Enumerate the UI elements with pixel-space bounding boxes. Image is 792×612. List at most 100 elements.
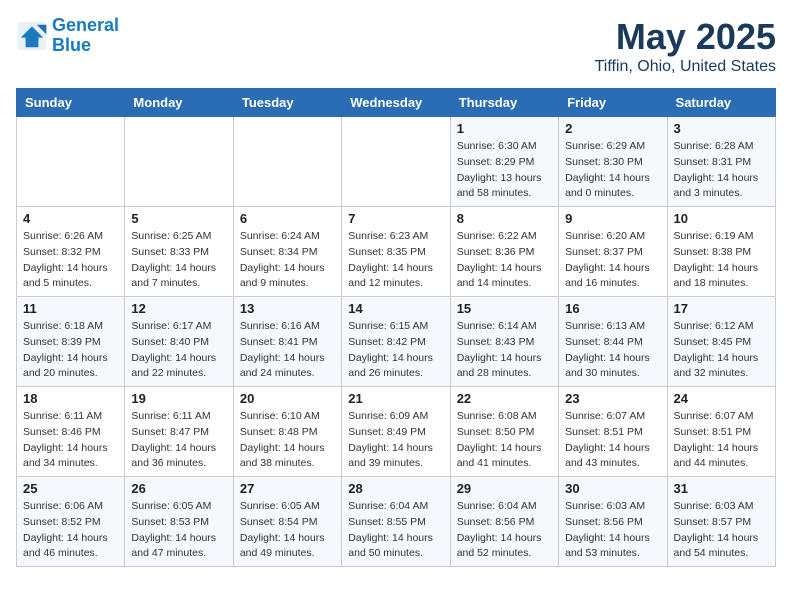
day-info: Sunrise: 6:05 AM Sunset: 8:54 PM Dayligh… [240,499,335,562]
day-info: Sunrise: 6:23 AM Sunset: 8:35 PM Dayligh… [348,229,443,292]
day-cell: 25 Sunrise: 6:06 AM Sunset: 8:52 PM Dayli… [17,477,125,567]
day-number: 30 [565,481,660,496]
week-row-4: 25 Sunrise: 6:06 AM Sunset: 8:52 PM Dayli… [17,477,776,567]
day-cell: 24 Sunrise: 6:07 AM Sunset: 8:51 PM Dayli… [667,387,775,477]
day-info: Sunrise: 6:16 AM Sunset: 8:41 PM Dayligh… [240,319,335,382]
day-cell: 26Sunrise: 6:05 AM Sunset: 8:53 PM Dayli… [125,477,233,567]
day-info: Sunrise: 6:07 AM Sunset: 8:51 PM Dayligh… [565,409,660,472]
day-cell: 11 Sunrise: 6:18 AM Sunset: 8:39 PM Dayli… [17,297,125,387]
day-cell: 3Sunrise: 6:28 AM Sunset: 8:31 PM Daylig… [667,117,775,207]
col-header-sunday: Sunday [17,89,125,117]
day-info: Sunrise: 6:09 AM Sunset: 8:49 PM Dayligh… [348,409,443,472]
col-header-thursday: Thursday [450,89,558,117]
day-cell: 28 Sunrise: 6:04 AM Sunset: 8:55 PM Dayli… [342,477,450,567]
day-number: 28 [348,481,443,496]
day-number: 17 [674,301,769,316]
day-info: Sunrise: 6:10 AM Sunset: 8:48 PM Dayligh… [240,409,335,472]
day-cell: 1 Sunrise: 6:30 AM Sunset: 8:29 PM Daylig… [450,117,558,207]
day-number: 9 [565,211,660,226]
day-cell: 30 Sunrise: 6:03 AM Sunset: 8:56 PM Dayli… [559,477,667,567]
col-header-tuesday: Tuesday [233,89,341,117]
day-number: 11 [23,301,118,316]
day-number: 29 [457,481,552,496]
day-info: Sunrise: 6:29 AM Sunset: 8:30 PM Dayligh… [565,139,660,202]
day-info: Sunrise: 6:15 AM Sunset: 8:42 PM Dayligh… [348,319,443,382]
day-info: Sunrise: 6:14 AM Sunset: 8:43 PM Dayligh… [457,319,552,382]
day-number: 20 [240,391,335,406]
day-info: Sunrise: 6:17 AM Sunset: 8:40 PM Dayligh… [131,319,226,382]
location: Tiffin, Ohio, United States [595,58,776,76]
day-number: 7 [348,211,443,226]
week-row-2: 11 Sunrise: 6:18 AM Sunset: 8:39 PM Dayli… [17,297,776,387]
day-cell: 6 Sunrise: 6:24 AM Sunset: 8:34 PM Daylig… [233,207,341,297]
day-number: 27 [240,481,335,496]
day-cell: 20 Sunrise: 6:10 AM Sunset: 8:48 PM Dayli… [233,387,341,477]
day-number: 6 [240,211,335,226]
day-cell: 19Sunrise: 6:11 AM Sunset: 8:47 PM Dayli… [125,387,233,477]
day-cell [125,117,233,207]
day-number: 26 [131,481,226,496]
day-cell: 5Sunrise: 6:25 AM Sunset: 8:33 PM Daylig… [125,207,233,297]
day-cell [17,117,125,207]
day-info: Sunrise: 6:11 AM Sunset: 8:46 PM Dayligh… [23,409,118,472]
day-info: Sunrise: 6:26 AM Sunset: 8:32 PM Dayligh… [23,229,118,292]
week-row-3: 18 Sunrise: 6:11 AM Sunset: 8:46 PM Dayli… [17,387,776,477]
day-info: Sunrise: 6:06 AM Sunset: 8:52 PM Dayligh… [23,499,118,562]
day-number: 4 [23,211,118,226]
day-number: 13 [240,301,335,316]
day-number: 24 [674,391,769,406]
day-info: Sunrise: 6:04 AM Sunset: 8:55 PM Dayligh… [348,499,443,562]
col-header-saturday: Saturday [667,89,775,117]
day-info: Sunrise: 6:24 AM Sunset: 8:34 PM Dayligh… [240,229,335,292]
day-cell: 27 Sunrise: 6:05 AM Sunset: 8:54 PM Dayli… [233,477,341,567]
day-info: Sunrise: 6:07 AM Sunset: 8:51 PM Dayligh… [674,409,769,472]
day-number: 8 [457,211,552,226]
day-number: 25 [23,481,118,496]
day-info: Sunrise: 6:13 AM Sunset: 8:44 PM Dayligh… [565,319,660,382]
day-number: 16 [565,301,660,316]
col-header-wednesday: Wednesday [342,89,450,117]
month-title: May 2025 [595,16,776,58]
day-number: 22 [457,391,552,406]
day-info: Sunrise: 6:04 AM Sunset: 8:56 PM Dayligh… [457,499,552,562]
day-cell: 13 Sunrise: 6:16 AM Sunset: 8:41 PM Dayli… [233,297,341,387]
day-number: 15 [457,301,552,316]
day-info: Sunrise: 6:18 AM Sunset: 8:39 PM Dayligh… [23,319,118,382]
day-cell: 2 Sunrise: 6:29 AM Sunset: 8:30 PM Daylig… [559,117,667,207]
day-cell: 8 Sunrise: 6:22 AM Sunset: 8:36 PM Daylig… [450,207,558,297]
logo: General Blue [16,16,119,56]
day-cell: 18 Sunrise: 6:11 AM Sunset: 8:46 PM Dayli… [17,387,125,477]
day-cell: 4 Sunrise: 6:26 AM Sunset: 8:32 PM Daylig… [17,207,125,297]
day-number: 12 [131,301,226,316]
day-number: 2 [565,121,660,136]
day-info: Sunrise: 6:20 AM Sunset: 8:37 PM Dayligh… [565,229,660,292]
day-number: 21 [348,391,443,406]
day-info: Sunrise: 6:03 AM Sunset: 8:57 PM Dayligh… [674,499,769,562]
day-cell: 12 Sunrise: 6:17 AM Sunset: 8:40 PM Dayli… [125,297,233,387]
day-number: 1 [457,121,552,136]
day-info: Sunrise: 6:22 AM Sunset: 8:36 PM Dayligh… [457,229,552,292]
title-block: May 2025 Tiffin, Ohio, United States [595,16,776,76]
day-info: Sunrise: 6:03 AM Sunset: 8:56 PM Dayligh… [565,499,660,562]
day-info: Sunrise: 6:08 AM Sunset: 8:50 PM Dayligh… [457,409,552,472]
col-header-friday: Friday [559,89,667,117]
day-cell: 14Sunrise: 6:15 AM Sunset: 8:42 PM Dayli… [342,297,450,387]
day-info: Sunrise: 6:28 AM Sunset: 8:31 PM Dayligh… [674,139,769,202]
day-number: 31 [674,481,769,496]
day-info: Sunrise: 6:19 AM Sunset: 8:38 PM Dayligh… [674,229,769,292]
week-row-1: 4 Sunrise: 6:26 AM Sunset: 8:32 PM Daylig… [17,207,776,297]
day-number: 10 [674,211,769,226]
logo-text: General Blue [52,16,119,56]
day-cell: 31 Sunrise: 6:03 AM Sunset: 8:57 PM Dayli… [667,477,775,567]
day-cell [233,117,341,207]
day-info: Sunrise: 6:25 AM Sunset: 8:33 PM Dayligh… [131,229,226,292]
day-info: Sunrise: 6:30 AM Sunset: 8:29 PM Dayligh… [457,139,552,202]
day-cell: 22 Sunrise: 6:08 AM Sunset: 8:50 PM Dayli… [450,387,558,477]
day-number: 18 [23,391,118,406]
logo-icon [16,20,48,52]
day-cell [342,117,450,207]
day-cell: 10 Sunrise: 6:19 AM Sunset: 8:38 PM Dayli… [667,207,775,297]
day-cell: 15 Sunrise: 6:14 AM Sunset: 8:43 PM Dayli… [450,297,558,387]
page-header: General Blue May 2025 Tiffin, Ohio, Unit… [16,16,776,76]
day-cell: 9 Sunrise: 6:20 AM Sunset: 8:37 PM Daylig… [559,207,667,297]
